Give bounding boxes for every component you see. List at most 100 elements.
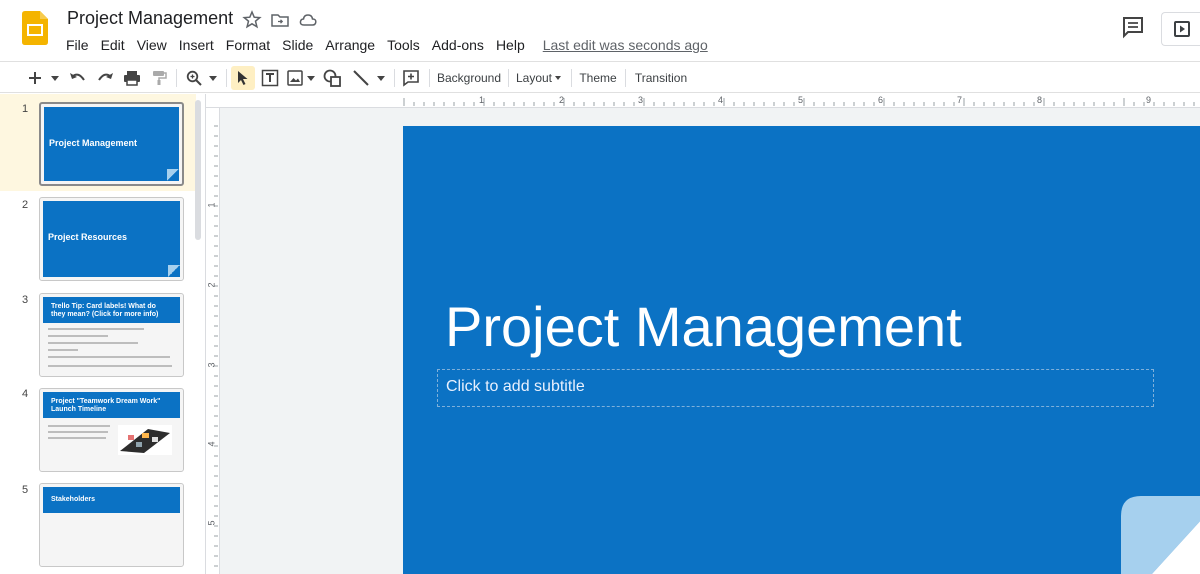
subtitle-placeholder-box[interactable]: Click to add subtitle [437,369,1154,407]
slide-number: 2 [21,199,29,211]
thumbnail-text-line [48,425,110,427]
zoom-button[interactable] [182,66,206,90]
toolbar-divider [176,69,177,87]
slide-title-text[interactable]: Project Management [445,294,962,359]
transition-label: Transition [634,71,688,85]
menu-format[interactable]: Format [220,35,276,55]
layout-label: Layout [515,71,553,85]
theme-label: Theme [579,71,617,85]
ruler-label: 6 [878,95,884,105]
print-button[interactable] [120,66,144,90]
redo-button[interactable] [93,66,117,90]
cloud-saved-icon[interactable] [298,10,318,30]
present-icon [1173,21,1190,37]
undo-icon [70,73,85,81]
image-dropdown[interactable] [305,66,317,90]
ruler-label: 1 [206,202,217,208]
ruler-label: 3 [206,362,217,368]
comment-history-icon[interactable] [1120,14,1146,40]
ruler-label: 9 [1146,95,1152,105]
zoom-dropdown[interactable] [206,66,220,90]
ruler-label: 4 [206,441,217,447]
star-icon[interactable] [242,10,262,30]
last-edit-link[interactable]: Last edit was seconds ago [543,37,708,53]
horizontal-ruler[interactable]: 1 2 3 4 5 6 7 8 9 [206,94,1200,108]
ruler-ticks [214,125,218,567]
thumbnail-corner-decoration [168,265,180,277]
menu-edit[interactable]: Edit [95,35,131,55]
insert-image-button[interactable] [284,66,306,90]
thumbnail-title: Project "Teamwork Dream Work" Launch Tim… [51,398,161,413]
menu-help[interactable]: Help [490,35,531,55]
select-tool-button[interactable] [231,66,255,90]
vertical-ruler[interactable]: 1 2 3 4 5 [206,108,220,574]
chevron-down-icon [209,75,217,81]
menu-arrange[interactable]: Arrange [319,35,381,55]
ruler-label: 1 [479,95,485,105]
thumbnail-header: Stakeholders [43,487,180,513]
thumbnail-text-line [48,431,108,433]
new-slide-layout-dropdown[interactable] [48,66,62,90]
thumbnail-title: Project Management [49,138,138,148]
toolbar-divider [571,69,572,87]
current-slide[interactable]: Project Management Click to add subtitle [403,126,1200,574]
slide-thumbnail-2[interactable]: Project Resources [39,197,184,281]
undo-button[interactable] [66,66,90,90]
menu-view[interactable]: View [131,35,173,55]
slide-number: 4 [21,388,29,400]
slides-logo-icon[interactable] [22,11,48,45]
print-icon [124,71,140,86]
ruler-label: 5 [798,95,804,105]
theme-button[interactable]: Theme [576,66,620,90]
toolbar-divider [429,69,430,87]
thumbnail-title: Trello Tip: Card labels! What do they me… [51,303,159,318]
new-slide-button[interactable] [24,66,46,90]
slide-number: 1 [21,103,29,115]
paint-format-button[interactable] [147,66,171,90]
menu-slide[interactable]: Slide [276,35,319,55]
background-button[interactable]: Background [435,66,503,90]
toolbar-divider [625,69,626,87]
layout-button[interactable]: Layout [514,66,566,90]
slide-thumbnail-3[interactable]: Trello Tip: Card labels! What do they me… [39,293,184,377]
slide-filmstrip[interactable]: 1 Project Management 2 Project Resources… [0,94,206,574]
present-button[interactable] [1161,12,1200,46]
text-box-button[interactable] [258,66,282,90]
thumbnail-text-line [48,342,138,344]
text-box-icon [261,69,279,87]
chevron-down-icon [555,76,562,80]
transition-button[interactable]: Transition [630,66,692,90]
line-button[interactable] [349,66,373,90]
menu-tools[interactable]: Tools [381,35,426,55]
move-to-folder-icon[interactable] [270,10,290,30]
line-dropdown[interactable] [374,66,388,90]
ruler-label: 2 [559,95,565,105]
zoom-icon [186,70,202,86]
line-icon [353,70,369,86]
chevron-down-icon [307,75,315,81]
chevron-down-icon [377,75,385,81]
menu-insert[interactable]: Insert [173,35,220,55]
slide-editor-canvas[interactable]: Project Management Click to add subtitle [220,108,1200,574]
thumbnail-text-line [48,349,78,351]
thumbnail-text-line [48,335,108,337]
ruler-label: 7 [957,95,963,105]
slide-thumbnail-4[interactable]: Project "Teamwork Dream Work" Launch Tim… [39,388,184,472]
shape-button[interactable] [320,66,344,90]
page-curl-decoration [1121,496,1200,574]
ruler-label: 4 [718,95,724,105]
paint-format-icon [153,71,167,85]
slide-thumbnail-1[interactable]: Project Management [39,102,184,186]
ruler-label: 3 [638,95,644,105]
thumbnail-title: Project Resources [48,232,128,242]
thumbnail-text-line [48,437,106,439]
filmstrip-scrollbar[interactable] [195,100,201,240]
menu-file[interactable]: File [60,35,95,55]
document-title[interactable]: Project Management [67,8,233,29]
toolbar-divider [394,69,395,87]
menu-add-ons[interactable]: Add-ons [426,35,490,55]
toolbar: Background Layout Theme Transition [0,61,1200,93]
thumbnail-header: Trello Tip: Card labels! What do they me… [43,297,180,323]
slide-thumbnail-5[interactable]: Stakeholders [39,483,184,567]
add-comment-button[interactable] [399,66,423,90]
